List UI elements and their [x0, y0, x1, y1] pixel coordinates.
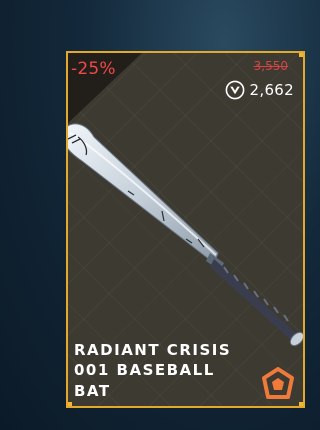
item-name: RADIANT CRISIS 001 BASEBALL BAT: [74, 340, 232, 400]
store-item-card[interactable]: -25% 3,550 2,662 RADIANT CRISIS 001 BASE…: [66, 51, 305, 408]
premium-tier-icon: [262, 367, 294, 399]
